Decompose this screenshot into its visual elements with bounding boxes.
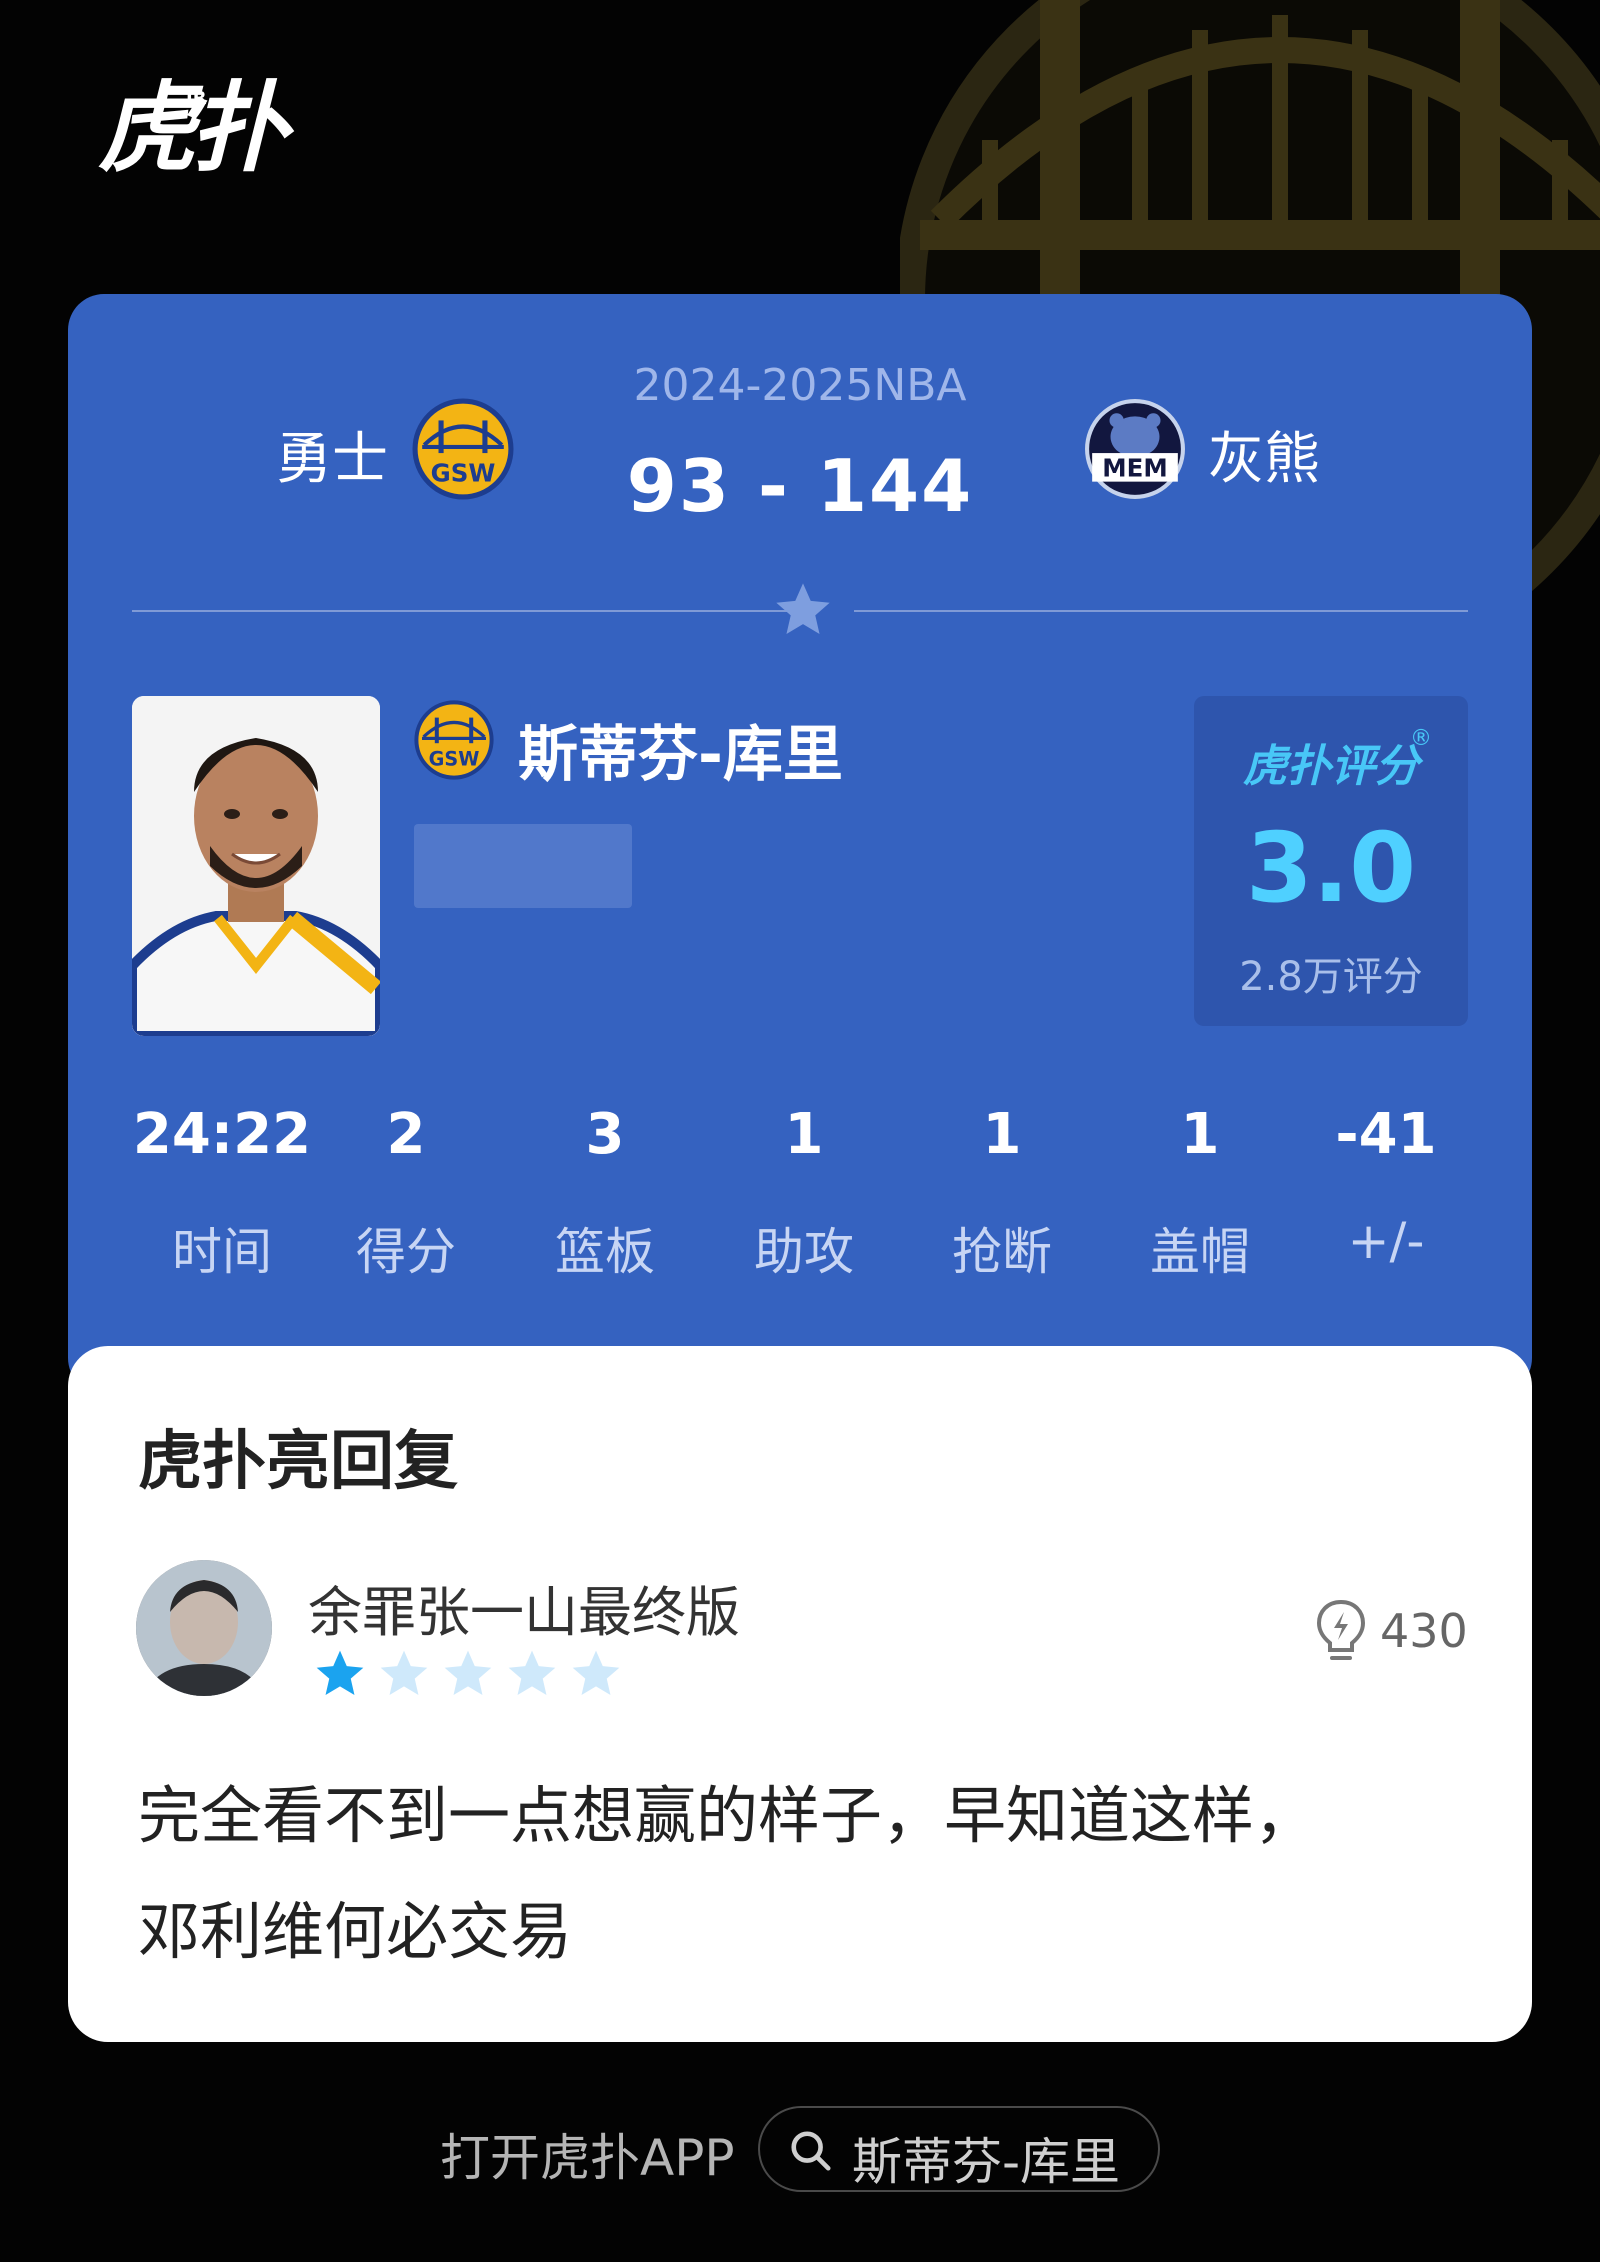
- avatar[interactable]: [136, 1560, 272, 1696]
- search-icon: [791, 2131, 831, 2171]
- player-team-logo-icon: GSW: [414, 700, 494, 780]
- player-photo: [132, 696, 380, 1036]
- star-empty-icon: [508, 1650, 556, 1695]
- stat-label: +/-: [1347, 1212, 1425, 1270]
- divider-line-left: [132, 610, 814, 612]
- player-rating-card: 2024-2025NBA 勇士 GSW 93 - 144 MEM 灰熊 GSW …: [68, 294, 1532, 1394]
- light-count: 430: [1380, 1604, 1468, 1658]
- hupu-logo-jr: JR: [186, 88, 207, 109]
- season-label: 2024-2025NBA: [633, 360, 967, 411]
- reply-username[interactable]: 余罪张一山最终版: [308, 1568, 740, 1647]
- stat-steals: 1 抢断: [912, 1102, 1092, 1281]
- player-stats-row: 24:22 时间 2 得分 3 篮板 1 助攻 1 抢断 1 盖帽 -41 +/…: [132, 1102, 1476, 1302]
- search-pill-button[interactable]: 斯蒂芬-库里: [758, 2106, 1160, 2192]
- user-star-rating: [312, 1646, 642, 1702]
- stat-label: 盖帽: [1150, 1223, 1250, 1281]
- player-team-logo-text: GSW: [429, 748, 480, 771]
- star-icon: [776, 583, 830, 634]
- rating-count: 2.8万评分: [1239, 954, 1423, 1000]
- player-portrait-image: [132, 696, 380, 1036]
- hupu-logo: 虎扑 JR: [98, 80, 288, 178]
- star-empty-icon: [444, 1650, 492, 1695]
- stat-value: 1: [1180, 1102, 1220, 1167]
- stat-label: 助攻: [754, 1223, 854, 1281]
- top-reply-card: 虎扑亮回复 余罪张一山最终版 430 完全看不到一点想赢的样子，早知道这样， 邓…: [68, 1346, 1532, 2042]
- rating-score: 3.0: [1245, 812, 1417, 924]
- registered-mark: ®: [1410, 726, 1432, 751]
- grizzlies-logo-icon: MEM: [1085, 399, 1185, 499]
- stat-value: 1: [784, 1102, 824, 1167]
- stat-points: 2 得分: [316, 1102, 496, 1281]
- stat-assists: 1 助攻: [714, 1102, 894, 1281]
- stat-minutes: 24:22 时间: [132, 1102, 312, 1281]
- player-name: 斯蒂芬-库里: [518, 720, 843, 790]
- away-team-name: 灰熊: [1208, 427, 1320, 492]
- stat-label: 得分: [356, 1223, 456, 1281]
- reply-section-title: 虎扑亮回复: [138, 1425, 458, 1499]
- grizzlies-logo-text: MEM: [1102, 454, 1167, 483]
- stat-label: 篮板: [555, 1223, 655, 1281]
- stat-rebounds: 3 篮板: [515, 1102, 695, 1281]
- stat-value: -41: [1335, 1102, 1437, 1167]
- stat-blocks: 1 盖帽: [1110, 1102, 1290, 1281]
- stat-value: 2: [386, 1102, 426, 1167]
- star-filled-icon: [316, 1650, 364, 1695]
- reply-text-line: 完全看不到一点想赢的样子，早知道这样，: [138, 1779, 1317, 1852]
- stat-plus-minus: -41 +/-: [1296, 1102, 1476, 1270]
- divider-line-right: [854, 610, 1468, 612]
- stat-label: 抢断: [952, 1223, 1052, 1281]
- lightbulb-icon[interactable]: [1314, 1598, 1368, 1664]
- search-query-text: 斯蒂芬-库里: [852, 2133, 1121, 2191]
- reply-text: 完全看不到一点想赢的样子，早知道这样， 邓利维何必交易: [138, 1758, 1468, 1990]
- blurred-player-tag: [414, 824, 632, 908]
- stat-value: 24:22: [132, 1102, 312, 1167]
- reply-text-line: 邓利维何必交易: [138, 1895, 573, 1968]
- star-empty-icon: [380, 1650, 428, 1695]
- stat-label: 时间: [172, 1223, 272, 1281]
- open-app-link[interactable]: 打开虎扑APP: [440, 2118, 735, 2190]
- avatar-image: [136, 1560, 272, 1696]
- stat-value: 1: [982, 1102, 1022, 1167]
- star-empty-icon: [572, 1650, 620, 1695]
- hupu-rating-box: 虎扑评分 ® 3.0 2.8万评分: [1194, 696, 1468, 1026]
- stat-value: 3: [585, 1102, 625, 1167]
- share-card-page: 虎扑 JR 2024-2025NBA 勇士 GSW 93 - 144 MEM 灰…: [0, 0, 1600, 2262]
